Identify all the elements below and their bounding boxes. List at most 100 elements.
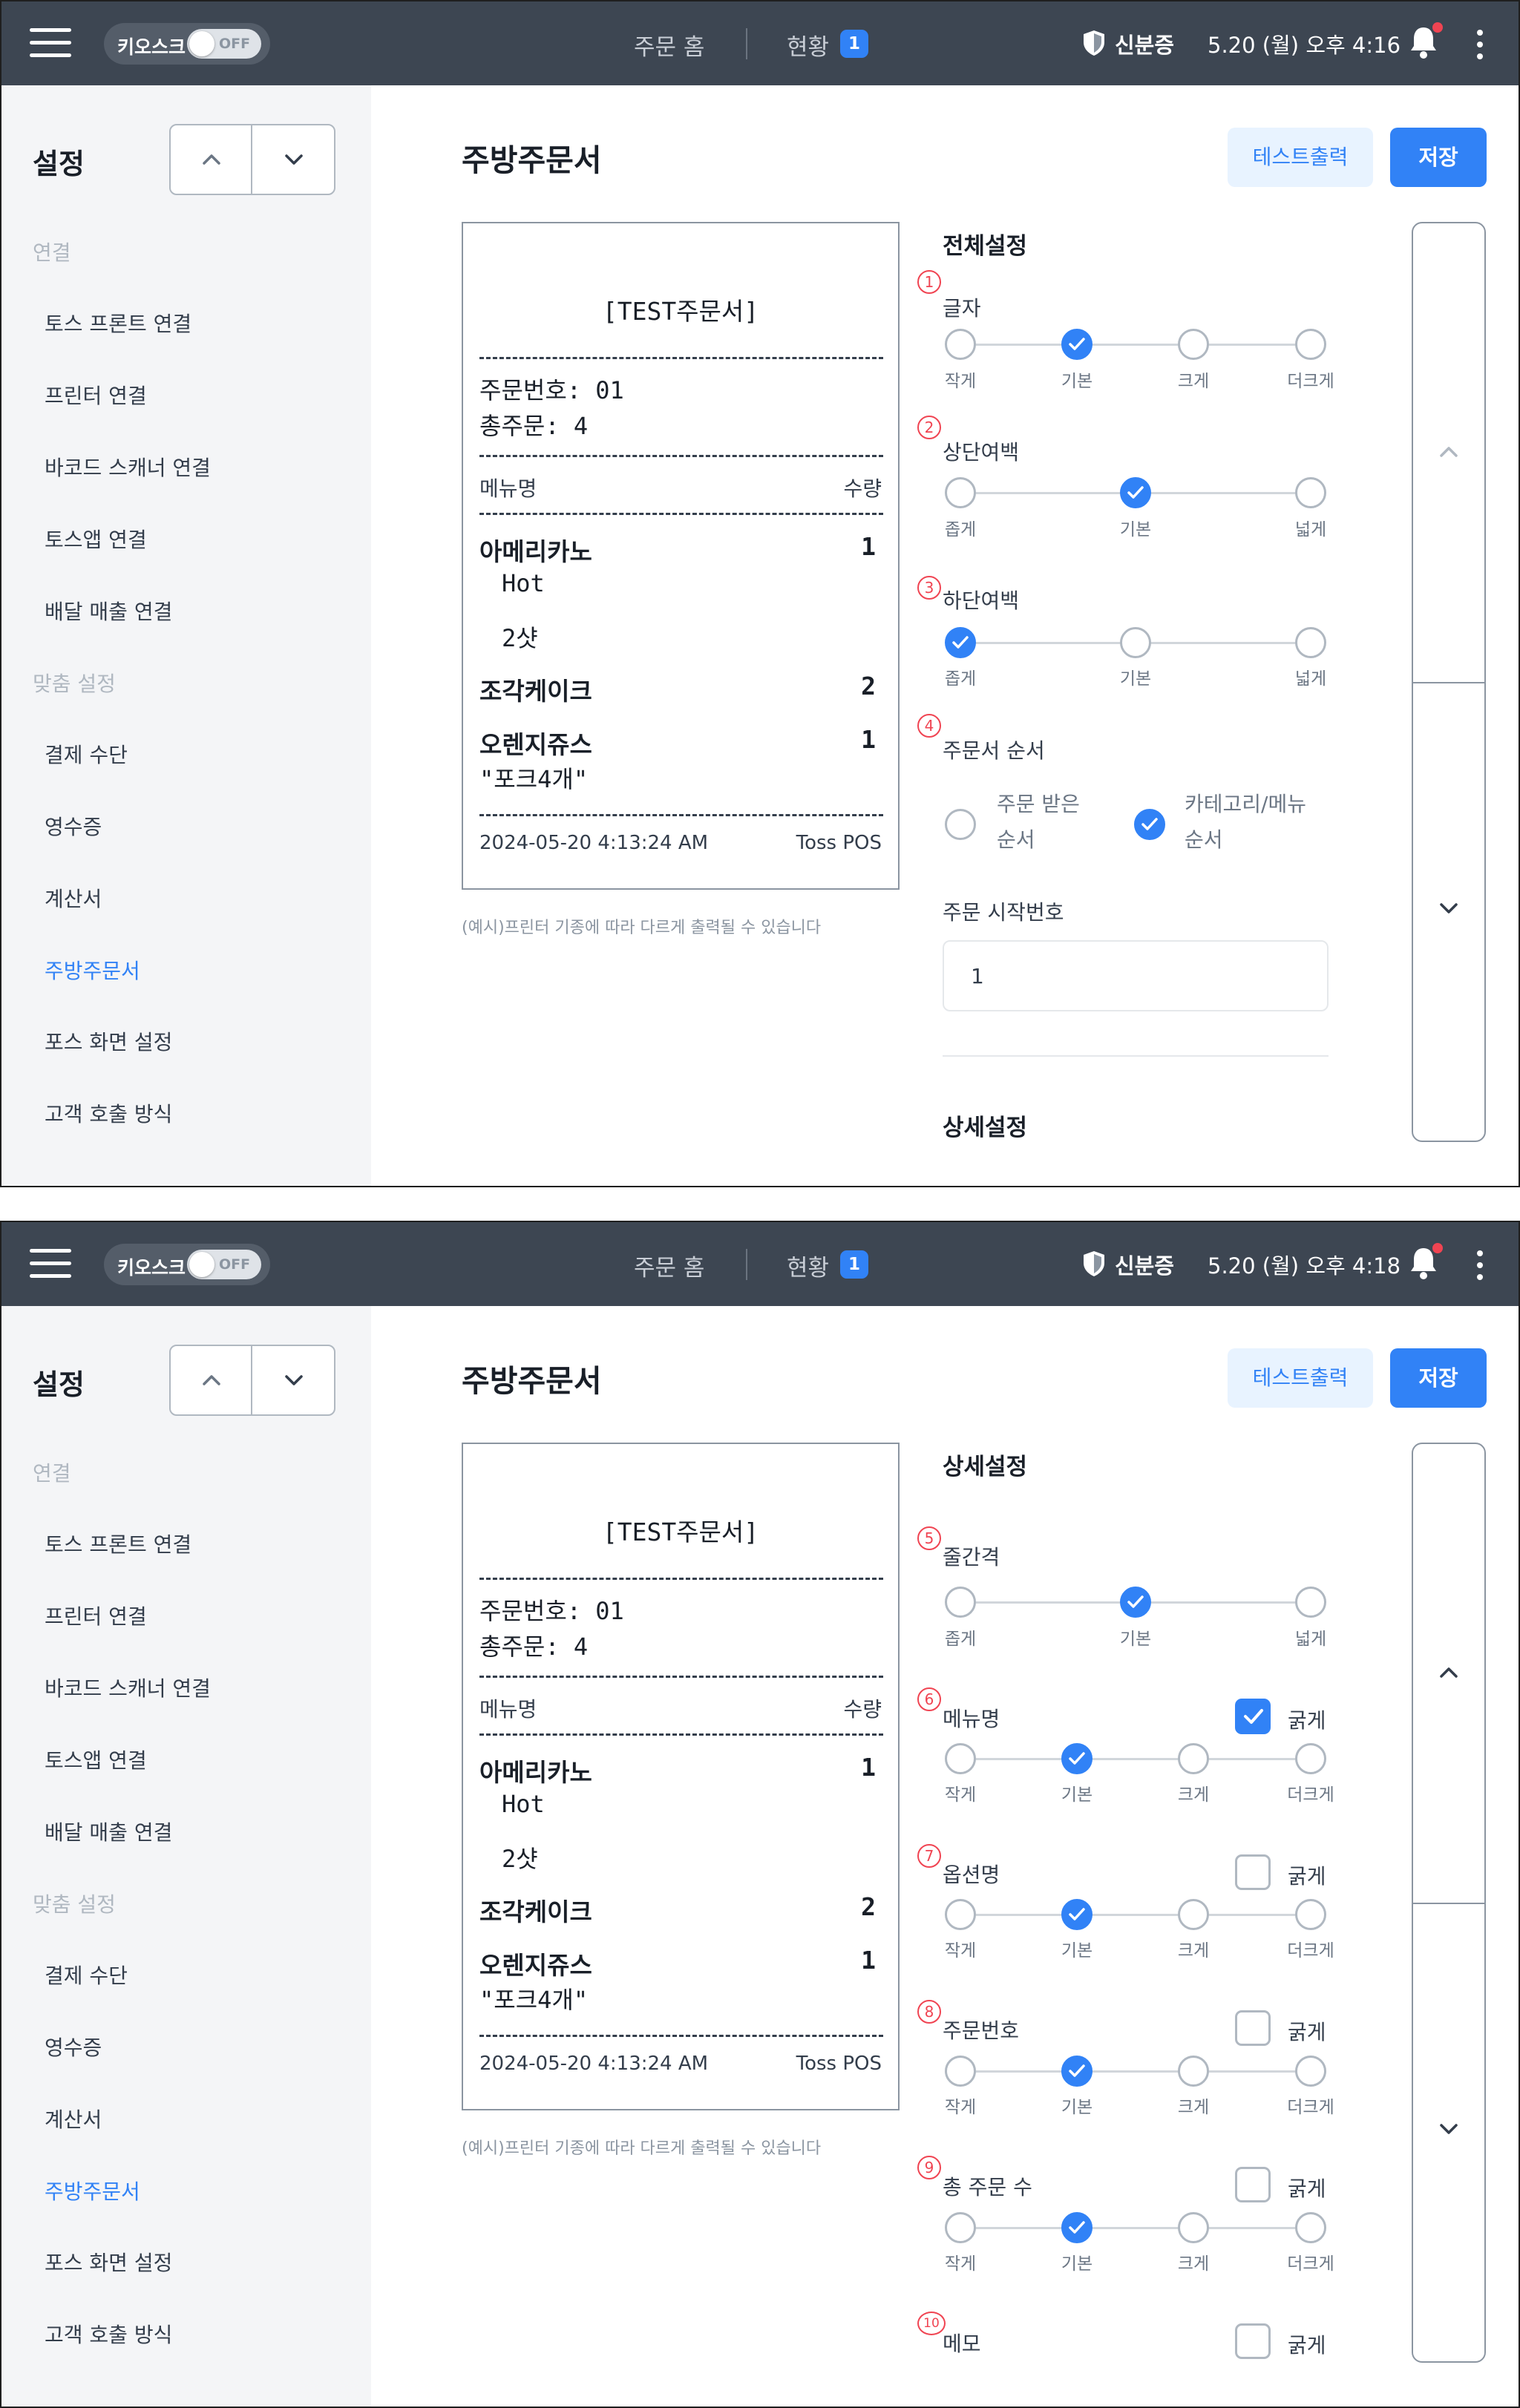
sidebar-item-pos-screen[interactable]: 포스 화면 설정 xyxy=(45,1026,172,1056)
kiosk-switch[interactable]: OFF xyxy=(187,1250,261,1279)
nav-status[interactable]: 현황 xyxy=(787,1249,829,1282)
nav-order-home[interactable]: 주문 홈 xyxy=(634,1249,704,1282)
order-number-option-small[interactable] xyxy=(945,2056,976,2087)
more-icon[interactable] xyxy=(1477,1250,1483,1280)
menu-icon[interactable] xyxy=(30,1249,71,1279)
receipt-item-option: 2샷 xyxy=(502,1845,538,1873)
line-spacing-option-narrow[interactable] xyxy=(945,1587,976,1618)
sidebar-item-invoice[interactable]: 계산서 xyxy=(45,2104,102,2133)
page-title: 주방주문서 xyxy=(462,1363,602,1399)
total-orders-option-small[interactable] xyxy=(945,2212,976,2243)
bottom-margin-option-default[interactable] xyxy=(1120,627,1151,658)
memo-bold-checkbox[interactable] xyxy=(1235,2323,1271,2359)
chevron-up-icon[interactable] xyxy=(1435,439,1462,465)
sidebar-item-receipt[interactable]: 영수증 xyxy=(45,2032,102,2061)
test-print-button[interactable]: 테스트출력 xyxy=(1228,128,1373,187)
total-orders-option-xlarge[interactable] xyxy=(1295,2212,1326,2243)
menu-icon[interactable] xyxy=(30,28,71,58)
total-orders-bold-checkbox[interactable] xyxy=(1235,2167,1271,2202)
chevron-down-icon[interactable] xyxy=(1435,895,1462,922)
bottom-margin-label-wide: 넓게 xyxy=(1294,669,1327,689)
menu-name-bold-checkbox[interactable] xyxy=(1235,1699,1271,1734)
sidebar-title: 설정 xyxy=(33,148,85,180)
save-button[interactable]: 저장 xyxy=(1390,128,1487,187)
line-spacing-label-wide: 넓게 xyxy=(1294,1630,1327,1649)
sidebar-item-barcode[interactable]: 바코드 스캐너 연결 xyxy=(45,1673,211,1702)
order-number-option-large[interactable] xyxy=(1178,2056,1209,2087)
option-name-bold-checkbox[interactable] xyxy=(1235,1854,1271,1890)
sidebar-item-toss-app[interactable]: 토스앱 연결 xyxy=(45,1745,147,1774)
check-icon xyxy=(1069,338,1085,350)
top-margin-option-narrow[interactable] xyxy=(945,477,976,508)
order-sequence-option-category[interactable] xyxy=(1134,809,1165,840)
sidebar-down-button[interactable] xyxy=(253,125,335,194)
menu-name-option-large[interactable] xyxy=(1178,1743,1209,1774)
more-icon[interactable] xyxy=(1477,30,1483,59)
sidebar-up-button[interactable] xyxy=(171,1346,252,1414)
font-size-option-default[interactable] xyxy=(1061,329,1092,360)
option-name-label: 옵션명 xyxy=(943,1863,1000,1887)
order-number-bold-checkbox[interactable] xyxy=(1235,2010,1271,2046)
sidebar-item-payment[interactable]: 결제 수단 xyxy=(45,1960,128,1989)
test-print-button[interactable]: 테스트출력 xyxy=(1228,1348,1373,1408)
sidebar-down-button[interactable] xyxy=(253,1346,335,1414)
sidebar-item-kitchen-order[interactable]: 주방주문서 xyxy=(45,955,140,985)
receipt-item-memo: "포크4개" xyxy=(479,1986,589,2014)
top-margin-label-narrow: 좁게 xyxy=(944,520,977,539)
chevron-up-icon[interactable] xyxy=(1435,1659,1462,1686)
total-orders-option-default[interactable] xyxy=(1061,2212,1092,2243)
sidebar-item-kitchen-order[interactable]: 주방주문서 xyxy=(45,2176,140,2205)
bottom-margin-option-narrow[interactable] xyxy=(945,627,976,658)
kiosk-toggle[interactable]: 키오스크 OFF xyxy=(104,23,270,65)
nav-status[interactable]: 현황 xyxy=(787,28,829,62)
kiosk-switch[interactable]: OFF xyxy=(187,29,261,59)
total-orders-option-large[interactable] xyxy=(1178,2212,1209,2243)
sidebar-item-pos-screen[interactable]: 포스 화면 설정 xyxy=(45,2247,172,2277)
receipt-divider xyxy=(479,814,883,816)
menu-name-option-xlarge[interactable] xyxy=(1295,1743,1326,1774)
font-size-label-xlarge: 더크게 xyxy=(1287,372,1334,391)
option-name-option-xlarge[interactable] xyxy=(1295,1899,1326,1930)
option-name-option-large[interactable] xyxy=(1178,1899,1209,1930)
sidebar-item-printer[interactable]: 프린터 연결 xyxy=(45,380,147,410)
line-spacing-option-default[interactable] xyxy=(1120,1587,1151,1618)
sidebar-item-toss-front[interactable]: 토스 프론트 연결 xyxy=(45,308,191,338)
line-spacing-option-wide[interactable] xyxy=(1295,1587,1326,1618)
option-name-option-small[interactable] xyxy=(945,1899,976,1930)
sidebar-item-payment[interactable]: 결제 수단 xyxy=(45,739,128,769)
menu-name-option-small[interactable] xyxy=(945,1743,976,1774)
id-verify-label[interactable]: 신분증 xyxy=(1115,28,1174,59)
save-button[interactable]: 저장 xyxy=(1390,1348,1487,1408)
bottom-margin-option-wide[interactable] xyxy=(1295,627,1326,658)
sidebar-item-delivery[interactable]: 배달 매출 연결 xyxy=(45,1817,172,1846)
option-name-option-default[interactable] xyxy=(1061,1899,1092,1930)
start-number-input[interactable]: 1 xyxy=(943,940,1329,1011)
font-size-option-small[interactable] xyxy=(945,329,976,360)
order-number-option-xlarge[interactable] xyxy=(1295,2056,1326,2087)
order-sequence-option-received[interactable] xyxy=(945,809,976,840)
sidebar-item-receipt[interactable]: 영수증 xyxy=(45,811,102,841)
menu-name-option-default[interactable] xyxy=(1061,1743,1092,1774)
sidebar-item-toss-front[interactable]: 토스 프론트 연결 xyxy=(45,1529,191,1558)
font-size-option-large[interactable] xyxy=(1178,329,1209,360)
nav-divider xyxy=(746,1249,747,1280)
top-margin-option-wide[interactable] xyxy=(1295,477,1326,508)
sidebar-item-invoice[interactable]: 계산서 xyxy=(45,883,102,913)
sidebar-item-printer[interactable]: 프린터 연결 xyxy=(45,1601,147,1630)
menu-name-track xyxy=(960,1758,1311,1760)
kiosk-toggle[interactable]: 키오스크 OFF xyxy=(104,1244,270,1285)
sidebar-item-toss-app[interactable]: 토스앱 연결 xyxy=(45,524,147,554)
sidebar-up-button[interactable] xyxy=(171,125,252,194)
receipt-total: 총주문: 4 xyxy=(479,412,589,440)
sidebar-item-customer-call[interactable]: 고객 호출 방식 xyxy=(45,1098,172,1128)
order-number-option-default[interactable] xyxy=(1061,2056,1092,2087)
sidebar-item-barcode[interactable]: 바코드 스캐너 연결 xyxy=(45,452,211,482)
receipt-brand: Toss POS xyxy=(796,832,882,854)
top-margin-option-default[interactable] xyxy=(1120,477,1151,508)
nav-order-home[interactable]: 주문 홈 xyxy=(634,28,704,62)
sidebar-item-customer-call[interactable]: 고객 호출 방식 xyxy=(45,2319,172,2349)
chevron-down-icon[interactable] xyxy=(1435,2116,1462,2142)
id-verify-label[interactable]: 신분증 xyxy=(1115,1249,1174,1280)
sidebar-item-delivery[interactable]: 배달 매출 연결 xyxy=(45,596,172,626)
font-size-option-xlarge[interactable] xyxy=(1295,329,1326,360)
